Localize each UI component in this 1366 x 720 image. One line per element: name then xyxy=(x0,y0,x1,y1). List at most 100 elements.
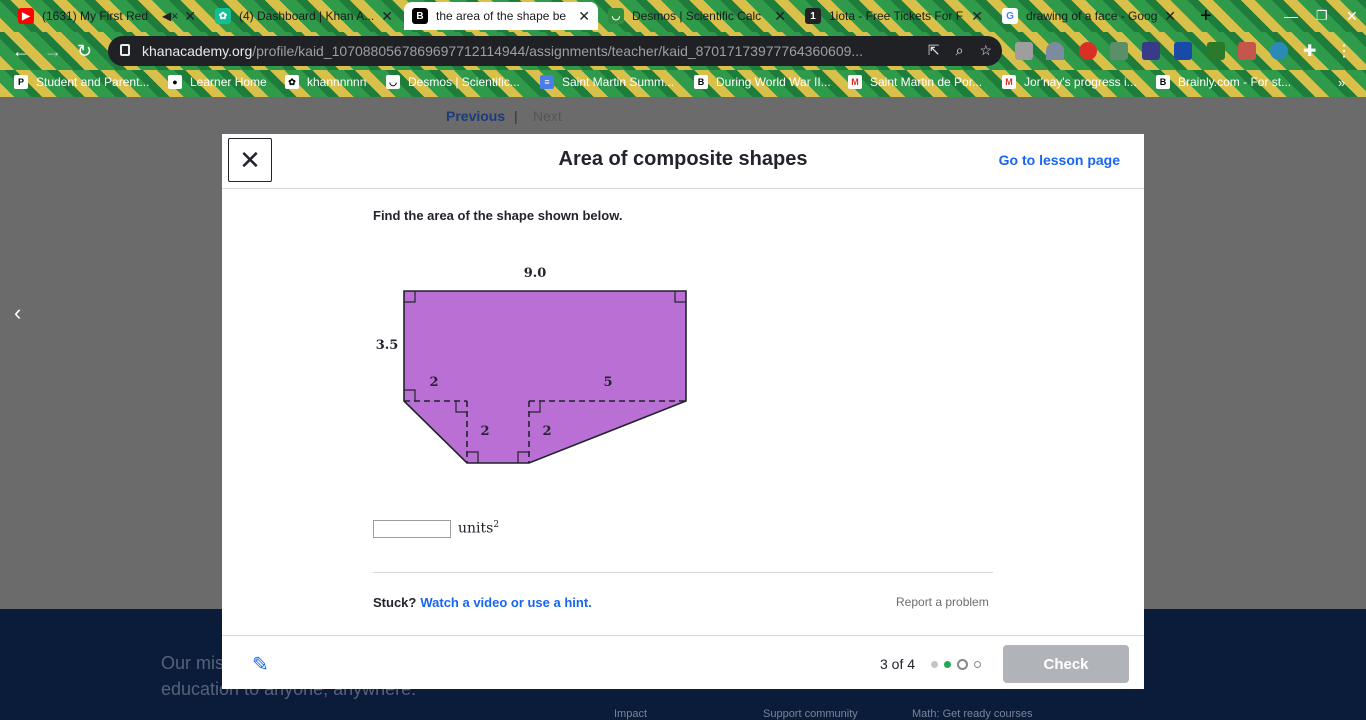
khan-academy-icon: ✿ xyxy=(215,8,231,24)
extension-icon[interactable] xyxy=(1110,42,1128,60)
bookmark-label: During World War II... xyxy=(716,75,831,89)
extension-icon[interactable] xyxy=(1015,42,1033,60)
bookmark-item[interactable]: ✿ khannnnnn xyxy=(285,75,366,89)
bookmark-label: Brainly.com - For st... xyxy=(1178,75,1292,89)
extension-icon[interactable] xyxy=(1270,42,1288,60)
tab-khan[interactable]: ✿ (4) Dashboard | Khan A... ✕ xyxy=(207,2,401,30)
stuck-row: Stuck? Watch a video or use a hint. xyxy=(373,595,592,610)
window-close-icon[interactable]: ✕ xyxy=(1338,2,1366,30)
bookmark-star-icon[interactable]: ☆ xyxy=(979,42,992,59)
desmos-icon: ◡ xyxy=(608,8,624,24)
new-tab-button[interactable]: + xyxy=(1192,2,1220,30)
tab-strip: ▶ (1631) My First Red ◀× ✕ ✿ (4) Dashboa… xyxy=(0,0,1366,32)
check-button[interactable]: Check xyxy=(1003,645,1129,683)
extension-icon[interactable] xyxy=(1174,42,1192,60)
tab-title: Desmos | Scientific Calc xyxy=(632,9,762,23)
zoom-icon[interactable]: ⌕ xyxy=(956,42,964,59)
close-tab-icon[interactable]: ✕ xyxy=(971,8,983,25)
answer-input[interactable] xyxy=(373,520,451,538)
tab-title: (4) Dashboard | Khan A... xyxy=(239,9,375,23)
bookmarks-bar: P Student and Parent... ● Learner Home ✿ kh… xyxy=(0,70,1366,97)
modal-footer: ✎ 3 of 4 Check xyxy=(222,635,1144,689)
tab-desmos[interactable]: ◡ Desmos | Scientific Calc ✕ xyxy=(600,2,794,30)
youtube-icon: ▶ xyxy=(18,8,34,24)
bookmark-item[interactable]: M Jor'nay's progress i... xyxy=(1002,75,1137,89)
bookmark-label: Student and Parent... xyxy=(36,75,150,89)
tab-google[interactable]: G drawing of a face - Goog ✕ xyxy=(994,2,1184,30)
extension-icon[interactable] xyxy=(1207,42,1225,60)
report-problem-link[interactable]: Report a problem xyxy=(896,595,989,609)
chevron-left-icon[interactable]: ‹ xyxy=(14,300,21,326)
brainly-icon: B xyxy=(412,8,428,24)
previous-link[interactable]: Previous xyxy=(446,108,505,124)
close-tab-icon[interactable]: ✕ xyxy=(184,8,196,25)
bookmark-label: khannnnnn xyxy=(307,75,367,89)
extension-icon[interactable] xyxy=(1238,42,1256,60)
hint-link[interactable]: Watch a video or use a hint. xyxy=(420,595,591,610)
close-tab-icon[interactable]: ✕ xyxy=(774,8,786,25)
forward-icon[interactable]: → xyxy=(44,41,62,62)
extension-icon[interactable] xyxy=(1046,42,1064,60)
restore-icon[interactable]: ❐ xyxy=(1308,2,1336,30)
bookmark-item[interactable]: B During World War II... xyxy=(694,75,831,89)
extension-icon[interactable] xyxy=(1079,42,1097,60)
desmos-icon: ◡ xyxy=(386,75,400,89)
close-tab-icon[interactable]: ✕ xyxy=(1164,8,1176,25)
label-top: 9.0 xyxy=(524,266,547,281)
go-to-lesson-link[interactable]: Go to lesson page xyxy=(999,152,1120,168)
url-path: /profile/kaid_107088056786969771211494​4… xyxy=(252,43,864,59)
tab-youtube[interactable]: ▶ (1631) My First Red ◀× ✕ xyxy=(10,2,204,30)
powerschool-icon: P xyxy=(14,75,28,89)
back-icon[interactable]: ← xyxy=(12,41,30,62)
bookmark-label: Saint Martin de Por... xyxy=(870,75,983,89)
footer-link[interactable]: Math: Get ready courses xyxy=(912,708,1032,720)
label-left-bottom: 2 xyxy=(429,375,438,390)
iota-icon: 1 xyxy=(805,8,821,24)
exercise-modal: ✕ Area of composite shapes Go to lesson … xyxy=(222,134,1144,689)
tab-title: 1iota - Free Tickets For F xyxy=(829,9,964,23)
label-notch-right: 2 xyxy=(542,424,551,439)
tab-iota[interactable]: 1 1iota - Free Tickets For F ✕ xyxy=(797,2,991,30)
label-notch-left: 2 xyxy=(480,424,489,439)
bookmark-label: Saint Martin Summ... xyxy=(562,75,675,89)
brainly-icon: B xyxy=(694,75,708,89)
label-left: 3.5 xyxy=(376,338,399,353)
tab-brainly[interactable]: B the area of the shape be ✕ xyxy=(404,2,598,30)
divider xyxy=(373,572,993,573)
progress-dots xyxy=(931,659,981,670)
puzzle-icon[interactable]: ✚ xyxy=(1303,41,1316,61)
bookmark-item[interactable]: ◡ Desmos | Scientific... xyxy=(386,75,520,89)
reload-icon[interactable]: ↻ xyxy=(77,41,92,62)
lock-icon xyxy=(120,44,130,56)
extension-icon[interactable] xyxy=(1142,42,1160,60)
minimize-icon[interactable]: — xyxy=(1276,2,1306,30)
bookmark-item[interactable]: P Student and Parent... xyxy=(14,75,149,89)
muted-audio-icon[interactable]: ◀× xyxy=(162,9,178,23)
close-tab-icon[interactable]: ✕ xyxy=(381,8,393,25)
next-link[interactable]: Next xyxy=(533,108,562,124)
close-tab-icon[interactable]: ✕ xyxy=(578,8,590,25)
bookmark-label: Desmos | Scientific... xyxy=(408,75,520,89)
footer-link[interactable]: Impact xyxy=(614,708,647,720)
open-in-app-icon[interactable]: ⇱ xyxy=(928,42,940,59)
progress-text: 3 of 4 xyxy=(880,656,916,672)
scratchpad-icon[interactable]: ✎ xyxy=(252,652,274,676)
bookmark-item[interactable]: ● Learner Home xyxy=(168,75,267,89)
composite-shape-figure: 9.0 3.5 2 5 2 2 xyxy=(376,266,687,464)
tab-title: drawing of a face - Goog xyxy=(1026,9,1158,23)
unit-label: units2 xyxy=(458,520,499,537)
bookmark-label: Learner Home xyxy=(190,75,267,89)
question-text: Find the area of the shape shown below. xyxy=(373,208,623,223)
bookmark-item[interactable]: M Saint Martin de Por... xyxy=(848,75,982,89)
gmail-icon: M xyxy=(1002,75,1016,89)
tab-title: the area of the shape be xyxy=(436,9,567,23)
footer-mission: Our mis xyxy=(161,653,224,673)
menu-icon[interactable]: ⋮ xyxy=(1336,41,1352,61)
footer-link[interactable]: Support community xyxy=(763,708,858,720)
learner-icon: ● xyxy=(168,75,182,89)
bookmark-item[interactable]: B Brainly.com - For st... xyxy=(1156,75,1291,89)
bookmark-item[interactable]: ≡ Saint Martin Summ... xyxy=(540,75,674,89)
more-bookmarks-icon[interactable]: » xyxy=(1338,75,1345,90)
address-bar[interactable]: khanacademy.org/profile/kaid_10708805678… xyxy=(108,36,1002,66)
bookmark-label: Jor'nay's progress i... xyxy=(1024,75,1137,89)
